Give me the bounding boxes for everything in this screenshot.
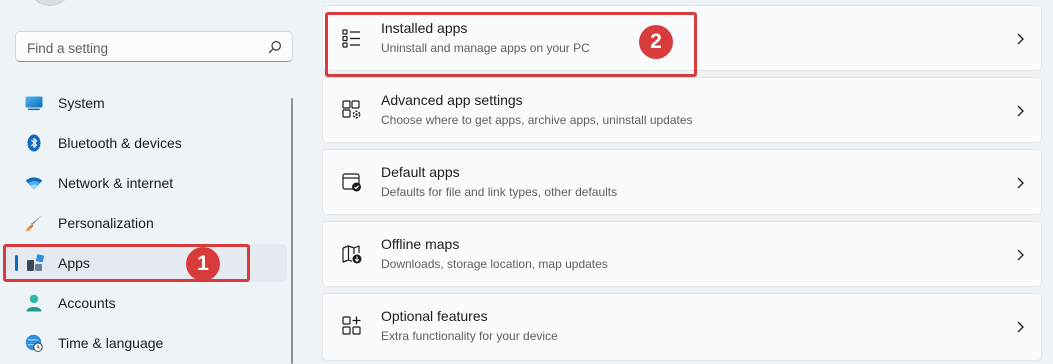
chevron-right-icon <box>1017 177 1024 189</box>
sidebar-item-label: Bluetooth & devices <box>58 135 182 151</box>
monitor-icon <box>25 96 43 111</box>
add-features-icon <box>342 316 361 335</box>
card-subtitle: Downloads, storage location, map updates <box>381 257 608 271</box>
card-title: Default apps <box>381 164 460 180</box>
card-subtitle: Extra functionality for your device <box>381 329 558 343</box>
search-icon[interactable] <box>268 40 282 54</box>
chevron-right-icon <box>1017 249 1024 261</box>
annotation-badge-2: 2 <box>639 25 673 59</box>
sidebar-item-label: Network & internet <box>58 175 174 191</box>
search-input[interactable] <box>25 38 259 58</box>
card-title: Optional features <box>381 308 488 324</box>
card-subtitle: Defaults for file and link types, other … <box>381 185 618 199</box>
default-apps-icon <box>342 173 361 192</box>
sidebar-scrollbar[interactable] <box>291 98 293 364</box>
card-subtitle: Choose where to get apps, archive apps, … <box>381 113 693 127</box>
sidebar-item-label: Time & language <box>58 335 164 351</box>
sidebar-item-label: Personalization <box>58 215 154 231</box>
sidebar-item-personalization[interactable]: Personalization <box>5 204 287 242</box>
person-icon <box>26 294 42 312</box>
card-advanced-app-settings[interactable]: Advanced app settings Choose where to ge… <box>322 77 1042 143</box>
card-optional-features[interactable]: Optional features Extra functionality fo… <box>322 293 1042 361</box>
sidebar-item-accounts[interactable]: Accounts <box>5 284 287 322</box>
annotation-badge-1: 1 <box>186 247 220 281</box>
chevron-right-icon <box>1017 105 1024 117</box>
app-settings-icon <box>342 100 361 119</box>
avatar[interactable] <box>28 0 72 6</box>
sidebar-item-system[interactable]: System <box>5 84 287 122</box>
map-download-icon <box>342 245 362 264</box>
sidebar-item-label: Accounts <box>58 295 116 311</box>
card-default-apps[interactable]: Default apps Defaults for file and link … <box>322 149 1042 215</box>
paintbrush-icon <box>25 215 42 232</box>
card-offline-maps[interactable]: Offline maps Downloads, storage location… <box>322 221 1042 287</box>
card-title: Offline maps <box>381 236 460 252</box>
sidebar-item-time-language[interactable]: Time & language <box>5 324 287 362</box>
search-box[interactable] <box>15 31 293 62</box>
sidebar-item-bluetooth[interactable]: Bluetooth & devices <box>5 124 287 162</box>
chevron-right-icon <box>1017 33 1024 45</box>
bluetooth-icon <box>27 134 41 152</box>
sidebar-item-label: System <box>58 95 105 111</box>
card-title: Advanced app settings <box>381 92 523 108</box>
globe-clock-icon <box>25 334 43 352</box>
chevron-right-icon <box>1017 321 1024 333</box>
wifi-icon <box>25 177 43 190</box>
sidebar-item-network[interactable]: Network & internet <box>5 164 287 202</box>
